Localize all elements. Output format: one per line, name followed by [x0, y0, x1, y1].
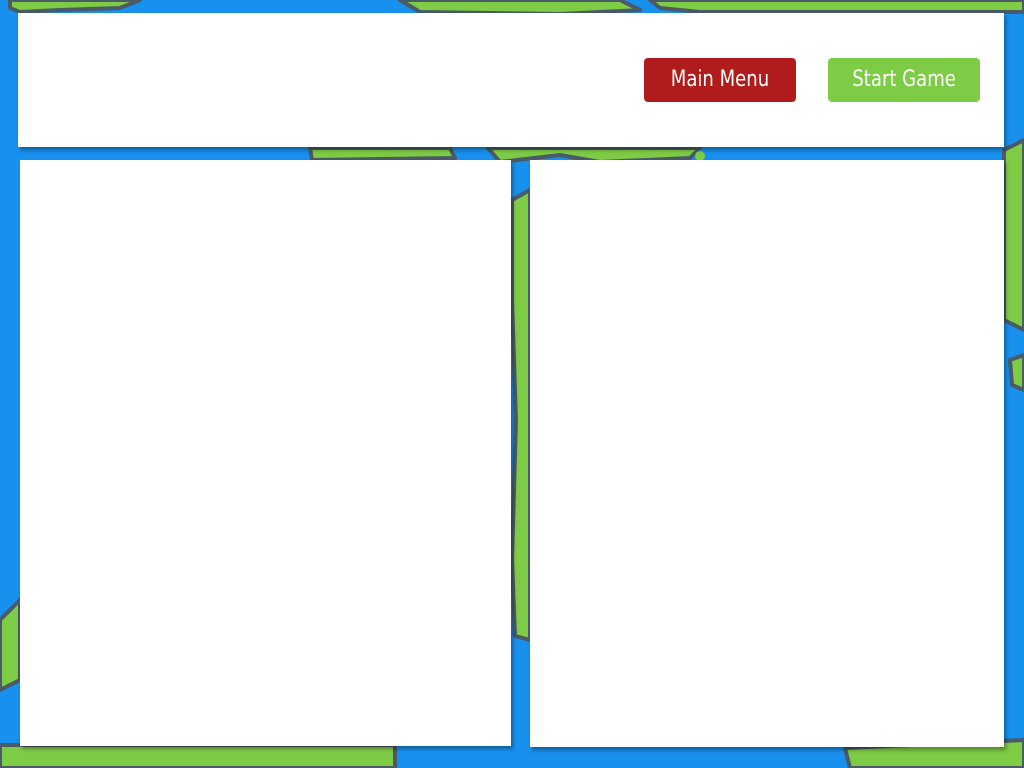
start-game-button[interactable]: Start Game: [828, 58, 980, 102]
left-panel: [20, 160, 511, 746]
main-menu-button[interactable]: Main Menu: [644, 58, 796, 102]
main-menu-button-label: Main Menu: [670, 67, 770, 92]
right-panel: [530, 160, 1004, 747]
start-game-button-label: Start Game: [852, 67, 956, 92]
